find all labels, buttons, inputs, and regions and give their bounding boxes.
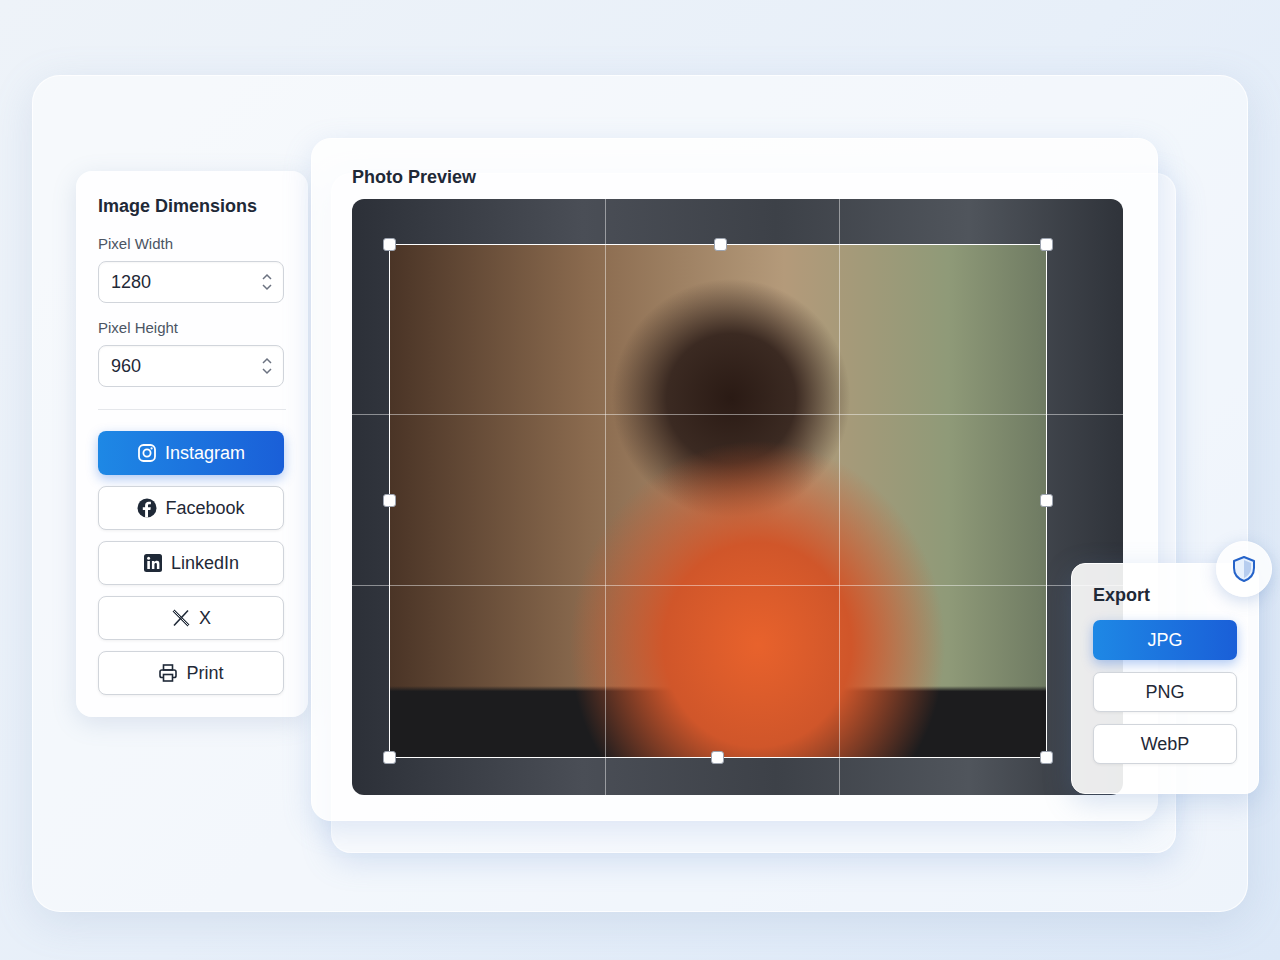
export-title: Export bbox=[1093, 584, 1237, 606]
preset-button[interactable]: X bbox=[98, 596, 284, 640]
format-label: PNG bbox=[1145, 681, 1184, 703]
instagram-icon bbox=[137, 443, 157, 463]
height-input[interactable] bbox=[111, 353, 261, 380]
printer-icon bbox=[158, 663, 178, 683]
preset-icon-wrap bbox=[137, 443, 157, 463]
preset-button[interactable]: Facebook bbox=[98, 486, 284, 530]
width-input[interactable] bbox=[111, 269, 261, 296]
app-card: Image Dimensions Pixel Width Pixel Heigh… bbox=[32, 75, 1248, 912]
preset-label: X bbox=[199, 607, 211, 629]
height-label: Pixel Height bbox=[98, 319, 286, 337]
width-field bbox=[98, 261, 284, 303]
format-button[interactable]: JPG bbox=[1093, 620, 1237, 660]
preview-panel: Photo Preview bbox=[311, 138, 1158, 821]
grid-line bbox=[352, 414, 1123, 415]
crop-handle[interactable] bbox=[383, 751, 396, 764]
crop-handle[interactable] bbox=[383, 238, 396, 251]
format-label: WebP bbox=[1141, 733, 1190, 755]
spinner-icon[interactable] bbox=[261, 355, 273, 377]
photo bbox=[389, 244, 1047, 758]
photo-area bbox=[352, 199, 1123, 795]
crop-handle[interactable] bbox=[714, 238, 727, 251]
grid-line bbox=[352, 585, 1123, 586]
dimensions-panel: Image Dimensions Pixel Width Pixel Heigh… bbox=[76, 171, 308, 717]
x-logo-icon bbox=[171, 608, 191, 628]
preset-icon-wrap bbox=[143, 553, 163, 573]
grid-line bbox=[839, 199, 840, 795]
grid-line bbox=[605, 199, 606, 795]
linkedin-icon bbox=[143, 553, 163, 573]
preset-button[interactable]: LinkedIn bbox=[98, 541, 284, 585]
height-field bbox=[98, 345, 284, 387]
format-list: JPG PNG WebP bbox=[1093, 620, 1237, 764]
preview-title: Photo Preview bbox=[352, 165, 1157, 189]
format-button[interactable]: PNG bbox=[1093, 672, 1237, 712]
export-panel: Export JPG PNG WebP bbox=[1071, 563, 1259, 794]
preset-icon-wrap bbox=[158, 663, 178, 683]
crop-frame[interactable] bbox=[389, 244, 1047, 758]
facebook-icon bbox=[137, 498, 157, 518]
preset-label: Instagram bbox=[165, 442, 245, 464]
page: Image Dimensions Pixel Width Pixel Heigh… bbox=[0, 0, 1280, 912]
dimensions-title: Image Dimensions bbox=[98, 195, 286, 217]
shield-icon bbox=[1231, 555, 1257, 583]
crop-handle[interactable] bbox=[1040, 494, 1053, 507]
preset-icon-wrap bbox=[171, 608, 191, 628]
spinner-icon[interactable] bbox=[261, 271, 273, 293]
crop-handle[interactable] bbox=[1040, 238, 1053, 251]
crop-handle[interactable] bbox=[1040, 751, 1053, 764]
crop-handle[interactable] bbox=[711, 751, 724, 764]
preset-icon-wrap bbox=[137, 498, 157, 518]
preset-label: LinkedIn bbox=[171, 552, 239, 574]
width-label: Pixel Width bbox=[98, 235, 286, 253]
preset-button[interactable]: Print bbox=[98, 651, 284, 695]
preset-list: Instagram Facebook LinkedIn X Print bbox=[98, 431, 286, 695]
preset-label: Print bbox=[186, 662, 223, 684]
format-label: JPG bbox=[1147, 629, 1182, 651]
security-badge[interactable] bbox=[1216, 541, 1272, 597]
preset-button[interactable]: Instagram bbox=[98, 431, 284, 475]
preview-wrapper: Photo Preview bbox=[311, 138, 1158, 821]
format-button[interactable]: WebP bbox=[1093, 724, 1237, 764]
preset-label: Facebook bbox=[165, 497, 244, 519]
crop-handle[interactable] bbox=[383, 494, 396, 507]
divider bbox=[98, 409, 286, 410]
